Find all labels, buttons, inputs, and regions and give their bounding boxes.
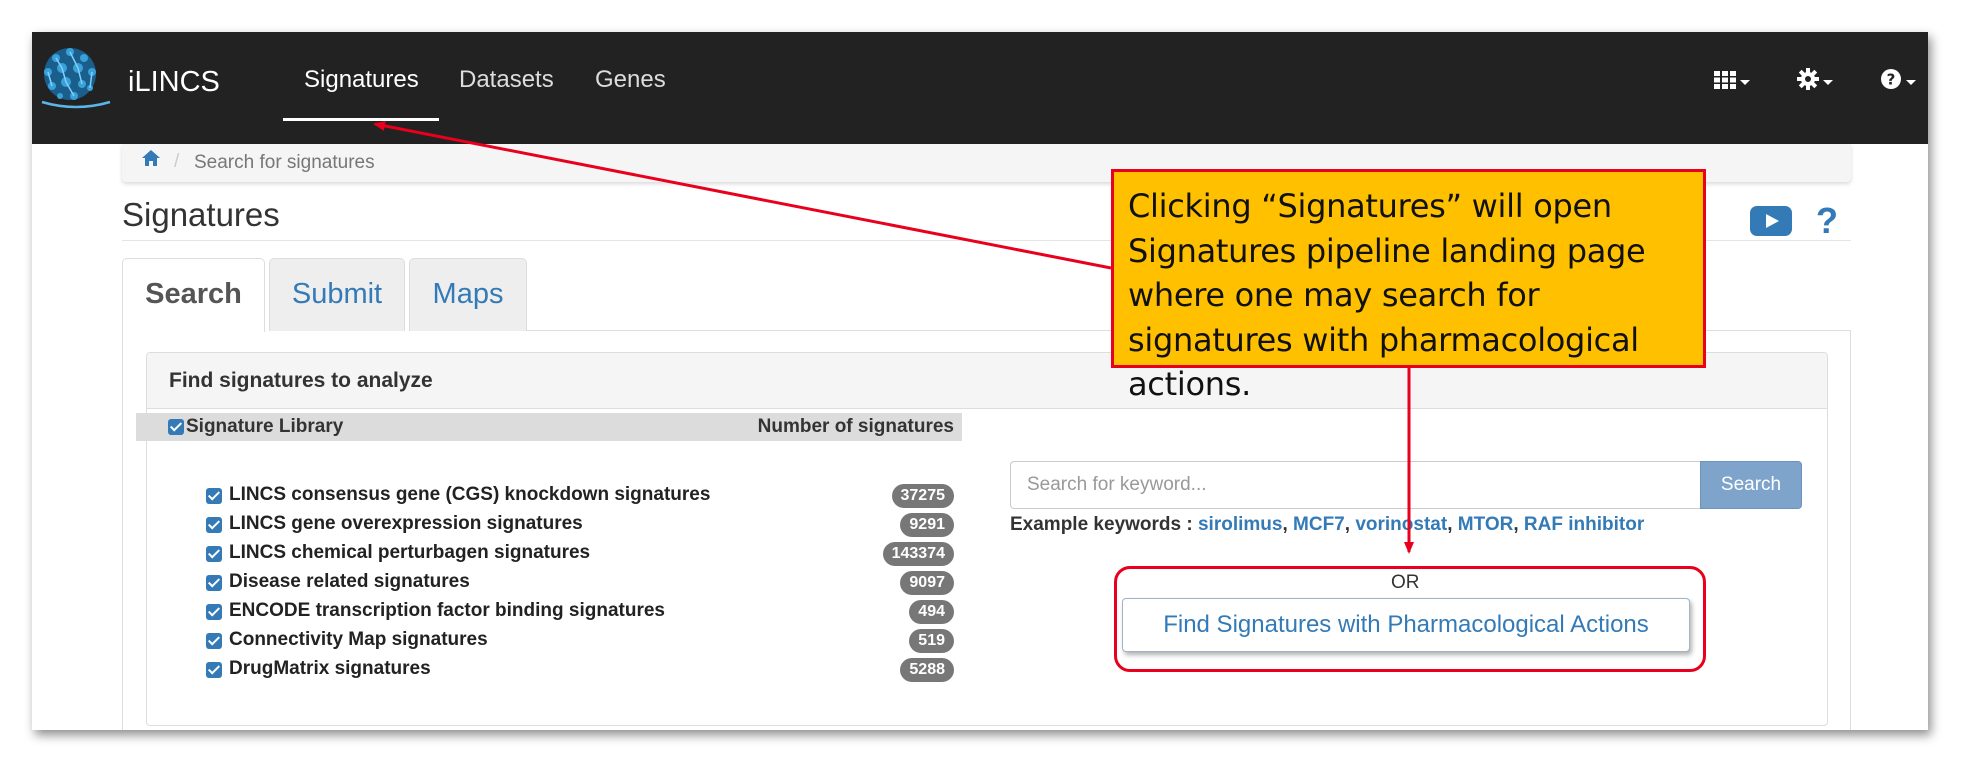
active-tab-indicator	[283, 118, 439, 121]
navbar: iLINCS Signatures Datasets Genes ?	[32, 32, 1928, 144]
library-row: Disease related signatures 9097	[136, 569, 962, 597]
svg-text:?: ?	[1887, 71, 1896, 89]
library-checkbox[interactable]	[206, 633, 222, 649]
breadcrumb-current: Search for signatures	[194, 152, 375, 173]
library-header: Signature Library Number of signatures	[136, 413, 962, 441]
tutorial-screenshot: iLINCS Signatures Datasets Genes ? / Sea…	[0, 0, 1961, 762]
count-badge: 9097	[900, 571, 954, 595]
library-label: Disease related signatures	[229, 571, 470, 592]
library-label: Connectivity Map signatures	[229, 629, 488, 650]
library-label: LINCS gene overexpression signatures	[229, 513, 583, 534]
count-badge: 143374	[882, 542, 954, 566]
chevron-down-icon	[1823, 79, 1833, 85]
keyword-link[interactable]: sirolimus	[1198, 514, 1282, 535]
question-circle-icon: ?	[1880, 68, 1902, 96]
home-icon[interactable]	[142, 150, 160, 172]
library-row: LINCS gene overexpression signatures 929…	[136, 511, 962, 539]
nav-tab-genes[interactable]: Genes	[595, 66, 666, 94]
library-label: LINCS consensus gene (CGS) knockdown sig…	[229, 484, 711, 505]
library-row: LINCS consensus gene (CGS) knockdown sig…	[136, 482, 962, 510]
count-badge: 494	[909, 600, 954, 624]
help-question-icon[interactable]: ?	[1816, 200, 1838, 242]
library-checkbox[interactable]	[206, 604, 222, 620]
page-title: Signatures	[122, 196, 280, 233]
tab-submit[interactable]: Submit	[269, 258, 405, 331]
count-badge: 37275	[891, 484, 954, 508]
grid-icon	[1714, 69, 1736, 95]
library-header-label: Signature Library	[186, 416, 344, 437]
settings-menu[interactable]	[1797, 68, 1833, 96]
search-button[interactable]: Search	[1700, 461, 1802, 509]
keyword-link[interactable]: RAF inhibitor	[1524, 514, 1644, 535]
annotation-highlight-box	[1114, 566, 1706, 672]
library-row: ENCODE transcription factor binding sign…	[136, 598, 962, 626]
nav-tab-datasets[interactable]: Datasets	[459, 66, 554, 94]
tab-search[interactable]: Search	[122, 258, 265, 332]
annotation-callout: Clicking “Signatures” will open Signatur…	[1111, 169, 1706, 403]
breadcrumb-separator: /	[174, 151, 180, 172]
keyword-link[interactable]: vorinostat	[1355, 514, 1447, 535]
apps-menu[interactable]	[1714, 68, 1750, 95]
library-checkbox[interactable]	[206, 575, 222, 591]
count-badge: 9291	[900, 513, 954, 537]
library-checkbox[interactable]	[206, 488, 222, 504]
panel-title: Find signatures to analyze	[169, 369, 433, 392]
count-badge: 519	[909, 629, 954, 653]
help-menu[interactable]: ?	[1880, 68, 1916, 96]
library-checkbox[interactable]	[206, 517, 222, 533]
keyword-link[interactable]: MTOR	[1458, 514, 1514, 535]
keyword-link[interactable]: MCF7	[1293, 514, 1345, 535]
library-label: ENCODE transcription factor binding sign…	[229, 600, 665, 621]
library-row: LINCS chemical perturbagen signatures 14…	[136, 540, 962, 568]
library-row: DrugMatrix signatures 5288	[136, 656, 962, 684]
count-badge: 5288	[900, 658, 954, 682]
library-row: Connectivity Map signatures 519	[136, 627, 962, 655]
chevron-down-icon	[1906, 79, 1916, 85]
library-checkbox[interactable]	[206, 546, 222, 562]
library-label: LINCS chemical perturbagen signatures	[229, 542, 591, 563]
ilincs-logo-icon[interactable]	[36, 44, 114, 110]
library-checkbox[interactable]	[206, 662, 222, 678]
example-keywords-label: Example keywords :	[1010, 514, 1193, 535]
keyword-search-input[interactable]	[1010, 461, 1700, 509]
select-all-checkbox[interactable]	[168, 419, 184, 435]
gear-icon	[1797, 68, 1819, 96]
nav-tab-signatures[interactable]: Signatures	[304, 66, 419, 94]
example-keywords: Example keywords : sirolimus, MCF7, vori…	[1010, 514, 1645, 535]
chevron-down-icon	[1740, 79, 1750, 85]
youtube-icon[interactable]	[1750, 206, 1792, 236]
count-header: Number of signatures	[757, 416, 954, 437]
tab-maps[interactable]: Maps	[409, 258, 527, 331]
brand-name[interactable]: iLINCS	[128, 66, 220, 99]
library-label: DrugMatrix signatures	[229, 658, 431, 679]
